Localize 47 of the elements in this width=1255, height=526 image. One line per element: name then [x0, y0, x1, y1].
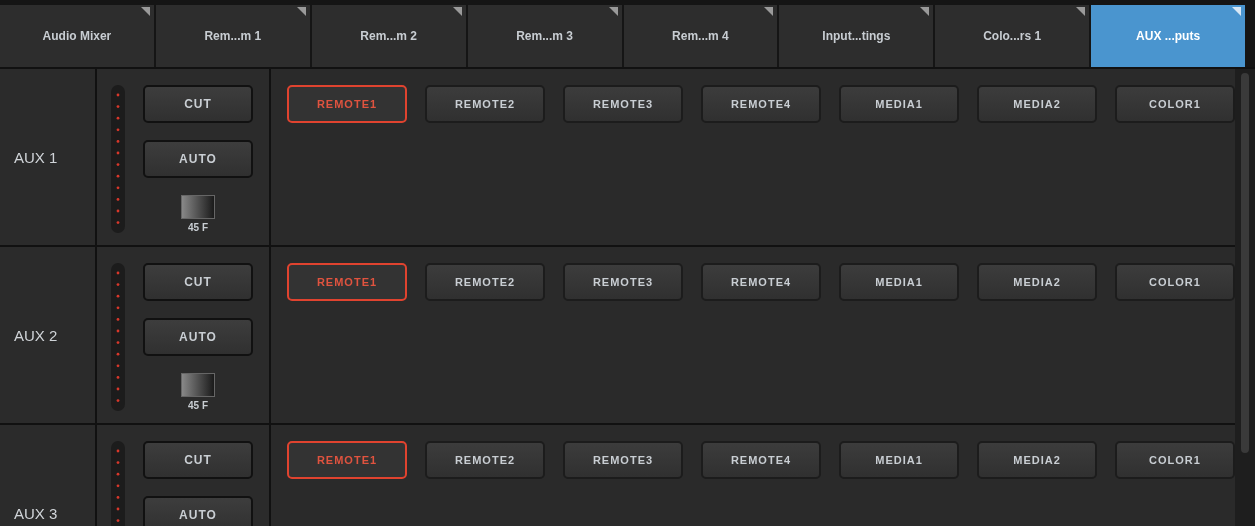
auto-button[interactable]: AUTO [143, 140, 253, 178]
duration-label: 45 F [188, 400, 208, 411]
tab[interactable]: Rem...m 3 [467, 5, 624, 67]
scrollbar[interactable] [1235, 69, 1255, 526]
source-button[interactable]: REMOTE4 [701, 263, 821, 301]
aux-label: AUX 2 [14, 326, 58, 344]
source-button[interactable]: MEDIA1 [839, 441, 959, 479]
aux-label: AUX 1 [14, 148, 58, 166]
auto-button[interactable]: AUTO [143, 318, 253, 356]
cut-button[interactable]: CUT [143, 85, 253, 123]
source-button[interactable]: MEDIA2 [977, 263, 1097, 301]
corner-triangle-icon [452, 7, 462, 16]
source-button[interactable]: REMOTE4 [701, 441, 821, 479]
transition-swatch[interactable] [181, 195, 215, 219]
tab[interactable]: Rem...m 1 [155, 5, 312, 67]
source-button[interactable]: REMOTE4 [701, 85, 821, 123]
source-button[interactable]: REMOTE3 [563, 441, 683, 479]
tab[interactable]: Rem...m 2 [311, 5, 468, 67]
tab[interactable]: Input...tings [779, 5, 936, 67]
corner-triangle-icon [296, 7, 306, 16]
cut-button[interactable]: CUT [143, 263, 253, 301]
source-button[interactable]: MEDIA2 [977, 441, 1097, 479]
tab[interactable]: Rem...m 4 [623, 5, 780, 67]
tab[interactable]: Audio Mixer [0, 5, 156, 67]
transition-swatch[interactable] [181, 373, 215, 397]
aux-label: AUX 3 [14, 504, 58, 522]
corner-triangle-icon [140, 7, 150, 16]
source-button[interactable]: REMOTE2 [425, 85, 545, 123]
source-button[interactable]: COLOR1 [1115, 263, 1235, 301]
cut-button[interactable]: CUT [143, 441, 253, 479]
source-button[interactable]: COLOR1 [1115, 85, 1235, 123]
source-button[interactable]: MEDIA2 [977, 85, 1097, 123]
corner-triangle-icon [920, 7, 930, 16]
auto-button[interactable]: AUTO [143, 496, 253, 526]
corner-triangle-icon [764, 7, 774, 16]
source-button[interactable]: REMOTE2 [425, 441, 545, 479]
corner-triangle-icon [1076, 7, 1086, 16]
source-button[interactable]: COLOR1 [1115, 441, 1235, 479]
source-button[interactable]: MEDIA1 [839, 263, 959, 301]
source-button[interactable]: MEDIA1 [839, 85, 959, 123]
tab[interactable]: Colo...rs 1 [935, 5, 1092, 67]
source-button[interactable]: REMOTE3 [563, 263, 683, 301]
corner-triangle-icon [608, 7, 618, 16]
corner-triangle-icon [1232, 7, 1241, 16]
duration-label: 45 F [188, 222, 208, 233]
source-button[interactable]: REMOTE2 [425, 263, 545, 301]
source-button[interactable]: REMOTE3 [563, 85, 683, 123]
